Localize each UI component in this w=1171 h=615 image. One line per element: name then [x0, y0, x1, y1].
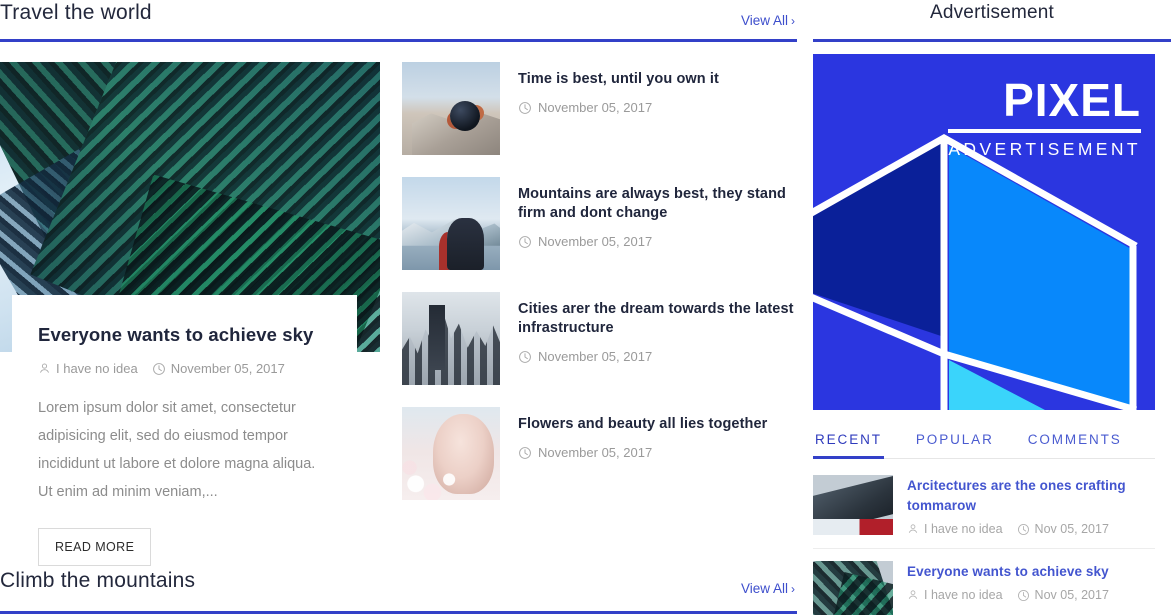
article-thumbnail-hiker — [402, 177, 500, 270]
main-content-column: Travel the world View All › Everyone wan… — [0, 0, 797, 615]
article-list-item[interactable]: Cities arer the dream towards the latest… — [402, 292, 797, 385]
article-date-label: November 05, 2017 — [538, 445, 653, 460]
recent-post-title[interactable]: Arcitectures are the ones crafting tomma… — [907, 476, 1155, 516]
article-thumbnail-watch — [402, 62, 500, 155]
read-more-button[interactable]: READ MORE — [38, 528, 152, 566]
article-date-label: November 05, 2017 — [538, 349, 653, 364]
recent-post-item[interactable]: Everyone wants to achieve sky I have no … — [813, 549, 1155, 615]
tab-recent[interactable]: RECENT — [813, 426, 884, 459]
ad-logo-subtitle: ADVERTISEMENT — [948, 139, 1141, 159]
article-title[interactable]: Cities arer the dream towards the latest… — [518, 300, 797, 338]
article-date: November 05, 2017 — [518, 234, 797, 249]
article-title[interactable]: Flowers and beauty all lies together — [518, 415, 797, 434]
featured-article-excerpt: Lorem ipsum dolor sit amet, consectetur … — [38, 400, 316, 500]
sidebar: Advertisement PIXEL ADVERTISEMENT RECENT… — [797, 0, 1171, 615]
user-icon — [908, 590, 918, 599]
article-list-item[interactable]: Mountains are always best, they stand fi… — [402, 177, 797, 270]
recent-posts-list: Arcitectures are the ones crafting tomma… — [813, 463, 1155, 615]
sidebar-tabs: RECENT POPULAR COMMENTS — [813, 426, 1155, 459]
section-title-travel: Travel the world — [0, 1, 152, 24]
recent-post-item[interactable]: Arcitectures are the ones crafting tomma… — [813, 463, 1155, 549]
article-date: November 05, 2017 — [518, 445, 797, 460]
article-item-text: Time is best, until you own it November … — [518, 62, 797, 155]
recent-post-author: I have no idea — [907, 588, 1003, 602]
article-list-item[interactable]: Time is best, until you own it November … — [402, 62, 797, 155]
clock-icon — [1017, 523, 1029, 535]
article-list: Time is best, until you own it November … — [402, 62, 797, 522]
user-icon — [908, 524, 918, 533]
recent-post-meta: I have no idea Nov 05, 2017 — [907, 522, 1155, 536]
section-header-mountains: Climb the mountains View All › — [0, 568, 797, 614]
article-thumbnail-city — [402, 292, 500, 385]
featured-article-card[interactable]: Everyone wants to achieve sky I have no … — [0, 62, 380, 590]
article-title[interactable]: Mountains are always best, they stand fi… — [518, 185, 797, 223]
ad-logo-block: PIXEL ADVERTISEMENT — [948, 76, 1141, 159]
clock-icon — [519, 235, 531, 248]
clock-icon — [519, 350, 531, 363]
advertisement-heading: Advertisement — [929, 2, 1055, 23]
recent-post-thumbnail-glass-sky — [813, 561, 893, 615]
view-all-link-travel[interactable]: View All › — [741, 0, 797, 30]
chevron-right-icon: › — [791, 14, 795, 28]
article-date-label: November 05, 2017 — [538, 100, 653, 115]
recent-post-body: Arcitectures are the ones crafting tomma… — [907, 475, 1155, 536]
recent-post-thumbnail-architecture — [813, 475, 893, 535]
recent-post-date: Nov 05, 2017 — [1017, 588, 1109, 602]
ad-logo-divider — [948, 129, 1141, 133]
advertisement-header: Advertisement — [813, 0, 1171, 42]
view-all-label: View All — [740, 581, 788, 596]
featured-article-meta: I have no idea November 05, 2017 — [38, 361, 331, 376]
tab-popular[interactable]: POPULAR — [914, 426, 996, 458]
recent-post-title[interactable]: Everyone wants to achieve sky — [907, 562, 1155, 582]
clock-icon — [519, 446, 531, 459]
featured-date-label: November 05, 2017 — [170, 361, 285, 376]
advertisement-banner[interactable]: PIXEL ADVERTISEMENT — [813, 54, 1155, 410]
article-item-text: Mountains are always best, they stand fi… — [518, 177, 797, 270]
featured-author: I have no idea — [38, 361, 138, 376]
tab-comments[interactable]: COMMENTS — [1026, 426, 1124, 458]
recent-post-date: Nov 05, 2017 — [1017, 522, 1109, 536]
section-title-mountains: Climb the mountains — [0, 569, 196, 592]
featured-article-body: Everyone wants to achieve sky I have no … — [12, 295, 357, 590]
featured-article-title[interactable]: Everyone wants to achieve sky — [38, 323, 331, 347]
chevron-right-icon: › — [791, 582, 795, 596]
article-list-item[interactable]: Flowers and beauty all lies together Nov… — [402, 407, 797, 500]
page-root: Travel the world View All › Everyone wan… — [0, 0, 1171, 615]
clock-icon — [152, 362, 165, 375]
clock-icon — [1017, 589, 1029, 601]
recent-post-author-label: I have no idea — [924, 522, 1003, 536]
view-all-label: View All — [740, 13, 788, 28]
featured-date: November 05, 2017 — [152, 361, 285, 376]
ad-logo-text: PIXEL — [1003, 74, 1141, 126]
recent-post-meta: I have no idea Nov 05, 2017 — [907, 588, 1155, 602]
recent-post-date-label: Nov 05, 2017 — [1034, 588, 1109, 602]
article-date: November 05, 2017 — [518, 349, 797, 364]
recent-post-date-label: Nov 05, 2017 — [1034, 522, 1109, 536]
article-item-text: Flowers and beauty all lies together Nov… — [518, 407, 797, 500]
recent-post-body: Everyone wants to achieve sky I have no … — [907, 561, 1155, 615]
view-all-link-mountains[interactable]: View All › — [741, 568, 797, 598]
article-thumbnail-flowers — [402, 407, 500, 500]
featured-author-label: I have no idea — [56, 361, 138, 376]
travel-content-row: Everyone wants to achieve sky I have no … — [0, 42, 797, 590]
article-item-text: Cities arer the dream towards the latest… — [518, 292, 797, 385]
recent-post-author: I have no idea — [907, 522, 1003, 536]
article-date: November 05, 2017 — [518, 100, 797, 115]
article-title[interactable]: Time is best, until you own it — [518, 70, 797, 89]
user-icon — [40, 363, 49, 373]
section-header-travel: Travel the world View All › — [0, 0, 797, 42]
article-date-label: November 05, 2017 — [538, 234, 653, 249]
clock-icon — [519, 101, 531, 114]
recent-post-author-label: I have no idea — [924, 588, 1003, 602]
